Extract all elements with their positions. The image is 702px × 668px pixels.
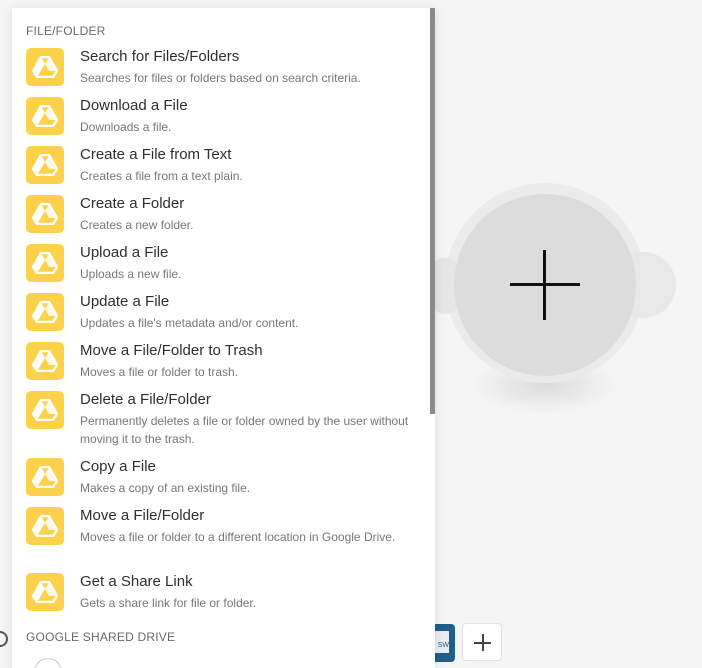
add-button[interactable]	[462, 623, 502, 661]
scrollbar[interactable]	[430, 8, 435, 414]
google-drive-icon	[26, 244, 64, 282]
item-title: Copy a File	[80, 458, 156, 475]
item-title: Get a Share Link	[80, 573, 193, 590]
add-module-button[interactable]	[454, 194, 636, 376]
google-drive-icon	[26, 146, 64, 184]
item-description: Searches for files or folders based on s…	[80, 71, 361, 85]
item-description: Permanently deletes a file or folder own…	[80, 414, 409, 446]
item-description: Moves a file or folder to a different lo…	[80, 530, 396, 544]
gear-icon[interactable]	[0, 631, 8, 647]
item-title: Upload a File	[80, 244, 169, 261]
google-drive-icon	[26, 48, 64, 86]
item-description: Creates a file from a text plain.	[80, 169, 243, 183]
item-title: Move a File/Folder	[80, 507, 205, 524]
google-drive-icon	[26, 342, 64, 380]
google-drive-icon	[26, 97, 64, 135]
module-picker-panel: FILE/FOLDER Search for Files/Folders Sea…	[12, 8, 435, 668]
section-title-google-shared-drive: GOOGLE SHARED DRIVE	[26, 630, 176, 644]
document-badge: SW	[433, 631, 449, 653]
next-item-icon	[34, 658, 62, 668]
item-description: Creates a new folder.	[80, 218, 194, 232]
item-title: Download a File	[80, 97, 188, 114]
google-drive-icon	[26, 458, 64, 496]
google-drive-icon	[26, 293, 64, 331]
item-title: Search for Files/Folders	[80, 48, 240, 65]
section-title-file-folder: FILE/FOLDER	[26, 24, 106, 38]
google-drive-icon	[26, 391, 64, 429]
item-title: Move a File/Folder to Trash	[80, 342, 263, 359]
item-title: Create a File from Text	[80, 146, 232, 163]
item-description: Moves a file or folder to trash.	[80, 365, 239, 379]
item-description: Gets a share link for file or folder.	[80, 596, 257, 610]
item-description: Updates a file's metadata and/or content…	[80, 316, 299, 330]
google-drive-icon	[26, 507, 64, 545]
item-title: Update a File	[80, 293, 170, 310]
google-drive-icon	[26, 573, 64, 611]
item-description: Downloads a file.	[80, 120, 172, 134]
item-title: Delete a File/Folder	[80, 391, 211, 408]
item-description: Makes a copy of an existing file.	[80, 481, 251, 495]
item-description: Uploads a new file.	[80, 267, 182, 281]
google-drive-icon	[26, 195, 64, 233]
item-title: Create a Folder	[80, 195, 185, 212]
